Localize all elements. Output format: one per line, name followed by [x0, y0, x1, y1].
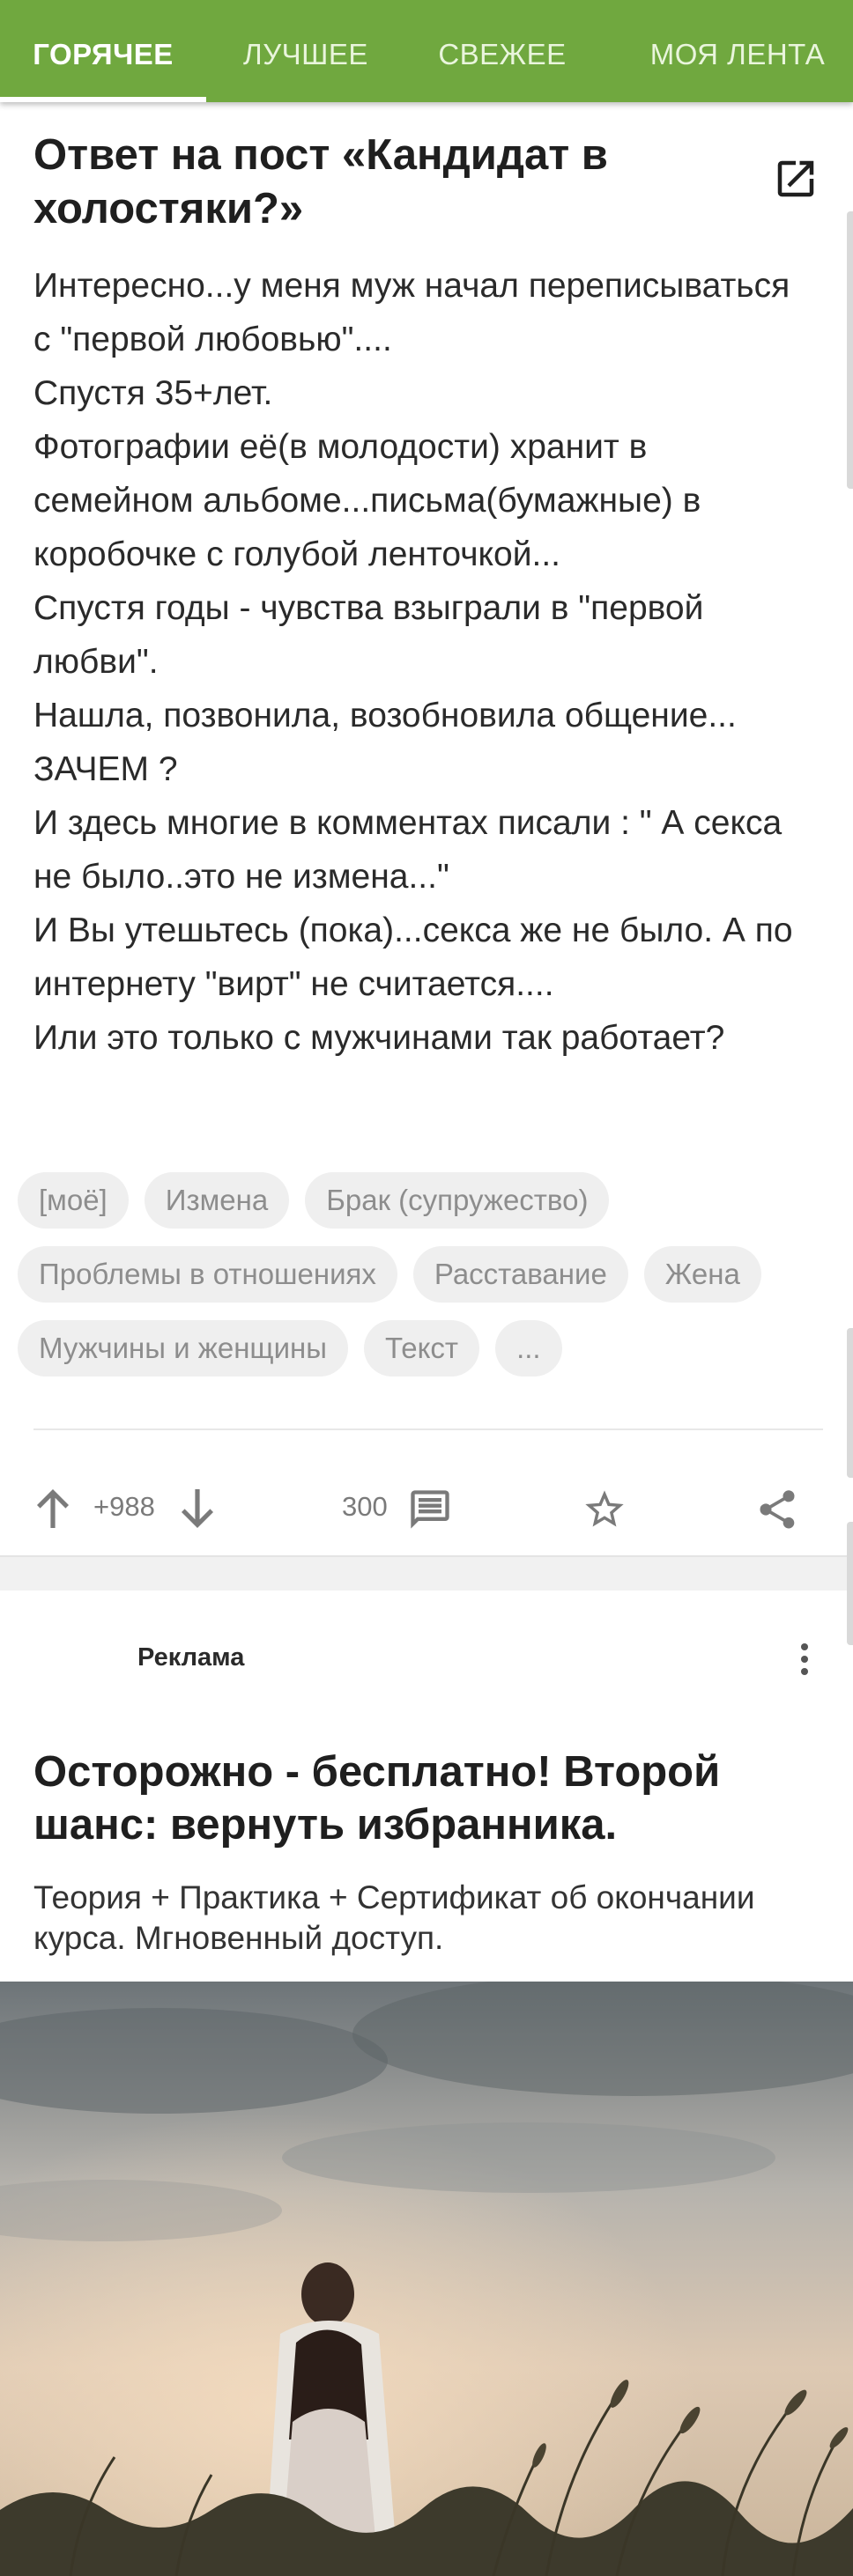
post-actions: +988 300 [0, 1458, 853, 1555]
tag[interactable]: [моё] [18, 1172, 129, 1229]
scrollbar-indicator [847, 211, 853, 489]
comment-icon[interactable] [407, 1487, 453, 1532]
more-tags-button[interactable]: ... [495, 1320, 562, 1377]
tab-hot[interactable]: ГОРЯЧЕЕ [0, 0, 206, 102]
upvote-arrow-icon[interactable] [35, 1489, 70, 1528]
rating-value: +988 [93, 1491, 155, 1522]
ad-description: Теория + Практика + Сертификат об оконча… [33, 1879, 755, 1956]
tab-my-feed[interactable]: МОЯ ЛЕНТА [627, 0, 848, 102]
ad-title[interactable]: Осторожно - бесплатно! Второй шанс: верн… [33, 1746, 809, 1851]
open-in-new-icon[interactable] [772, 155, 820, 203]
more-vert-icon[interactable] [793, 1642, 816, 1677]
tab-fresh[interactable]: СВЕЖЕЕ [414, 0, 590, 102]
share-icon[interactable] [754, 1487, 800, 1532]
tag[interactable]: Мужчины и женщины [18, 1320, 348, 1377]
post-title[interactable]: Ответ на пост «Кандидат в холостяки?» [33, 129, 756, 236]
divider [33, 1428, 823, 1430]
tag-list: [моё] Измена Брак (супружество) Проблемы в… [18, 1172, 837, 1394]
top-tab-bar: ГОРЯЧЕЕ ЛУЧШЕЕ СВЕЖЕЕ МОЯ ЛЕНТА [0, 0, 853, 102]
ad-label: Реклама [137, 1643, 245, 1672]
downvote-arrow-icon[interactable] [180, 1489, 215, 1528]
ad-photo-couple[interactable] [0, 1982, 853, 2576]
post-card: Ответ на пост «Кандидат в холостяки?» Ин… [0, 102, 853, 1557]
tag[interactable]: Расставание [412, 1246, 628, 1303]
tab-best[interactable]: ЛУЧШЕЕ [222, 0, 389, 102]
tag[interactable]: Проблемы в отношениях [18, 1246, 397, 1303]
comments-count[interactable]: 300 [342, 1458, 388, 1555]
active-tab-indicator [0, 97, 206, 102]
star-icon[interactable] [582, 1487, 627, 1532]
tag[interactable]: Брак (супружество) [305, 1172, 610, 1229]
ad-card[interactable]: Реклама Осторожно - бесплатно! Второй ша… [0, 1591, 853, 2576]
feed-separator [0, 1557, 853, 1591]
post-body: Интересно...у меня муж начал переписыват… [33, 267, 793, 1057]
scrollbar-indicator [847, 1328, 853, 1478]
tag[interactable]: Текст [363, 1320, 480, 1377]
tag[interactable]: Измена [144, 1172, 290, 1229]
scrollbar-indicator [847, 1522, 853, 1645]
tag[interactable]: Жена [643, 1246, 761, 1303]
